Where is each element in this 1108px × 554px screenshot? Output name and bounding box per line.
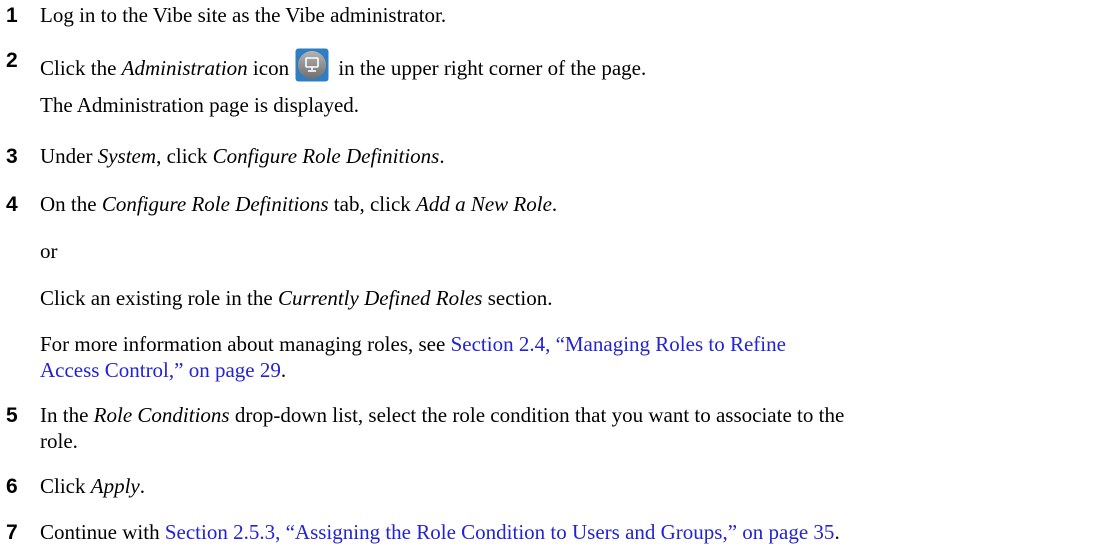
step-text: Click the Administration icon in the upp… <box>40 48 646 82</box>
step-number: 4 <box>6 193 18 216</box>
step-2-result: The Administration page is displayed. <box>40 93 360 117</box>
step-number: 3 <box>6 145 18 168</box>
step-4-alternative: Click an existing role in the Currently … <box>40 286 553 310</box>
step-4-or: or <box>40 239 58 263</box>
document-page: 1 Log in to the Vibe site as the Vibe ad… <box>0 0 1108 554</box>
step-number: 1 <box>6 4 18 27</box>
step-number: 2 <box>6 49 18 72</box>
step-text: Log in to the Vibe site as the Vibe admi… <box>40 3 447 27</box>
step-text: In the Role Conditions drop-down list, s… <box>40 403 845 427</box>
administration-icon <box>295 48 329 82</box>
step-4-info-line2: Access Control,” on page 29. <box>40 358 287 382</box>
step-text: Continue with Section 2.5.3, “Assigning … <box>40 520 840 544</box>
step-number: 5 <box>6 404 18 427</box>
section-2-4-link[interactable]: Section 2.4, “Managing Roles to Refine <box>451 332 786 356</box>
section-2-4-link-cont[interactable]: Access Control,” on page 29 <box>40 358 281 382</box>
step-text: Click Apply. <box>40 474 145 498</box>
step-text: Under System, click Configure Role Defin… <box>40 144 445 168</box>
step-4-info: For more information about managing role… <box>40 332 786 356</box>
step-text: On the Configure Role Definitions tab, c… <box>40 192 558 216</box>
section-2-5-3-link[interactable]: Section 2.5.3, “Assigning the Role Condi… <box>165 520 835 544</box>
step-number: 7 <box>6 521 18 544</box>
step-5-line2: role. <box>40 429 78 453</box>
step-number: 6 <box>6 475 18 498</box>
